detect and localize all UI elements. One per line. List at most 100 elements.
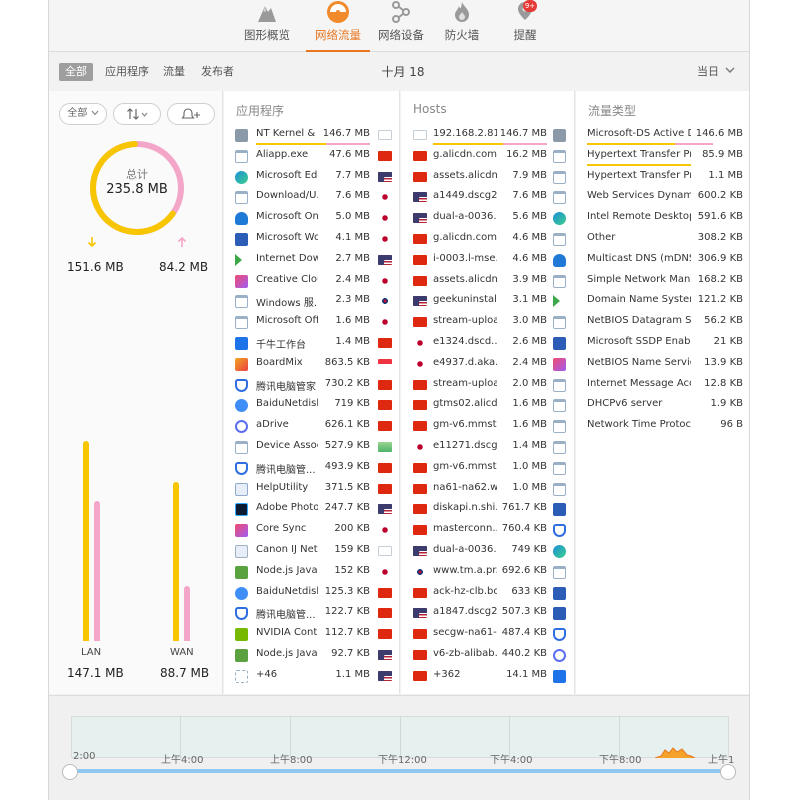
host-row[interactable]: gtms02.alicd... 1.6 MB xyxy=(401,395,574,416)
host-row[interactable]: gm-v6.mmst... 1.0 MB xyxy=(401,458,574,479)
window-app-icon xyxy=(553,482,566,496)
tab-overview[interactable]: 图形概览 xyxy=(235,0,299,52)
app-row[interactable]: Download/U... 7.6 MB xyxy=(224,187,399,208)
host-row[interactable]: a1847.dscg2... 507.3 KB xyxy=(401,603,574,624)
slider-end-handle[interactable] xyxy=(720,764,736,780)
tab-firewall[interactable]: 防火墙 xyxy=(430,0,494,52)
host-row[interactable]: i-0003.l-mse... 4.6 MB xyxy=(401,250,574,271)
country-flag-cn-icon xyxy=(378,421,392,432)
host-row[interactable]: masterconn.... 760.4 KB xyxy=(401,520,574,541)
host-row-name: dual-a-0036.... xyxy=(433,544,497,555)
app-row[interactable]: 腾讯电脑管家 730.2 KB xyxy=(224,375,399,396)
host-row[interactable]: stream-uploa... 2.0 MB xyxy=(401,375,574,396)
help-utility-icon xyxy=(235,482,248,496)
slider-start-handle[interactable] xyxy=(62,764,78,780)
chevron-down-icon[interactable] xyxy=(725,66,735,74)
traffic-type-row[interactable]: DHCPv6 server 1.9 KB xyxy=(576,395,749,416)
host-row[interactable]: diskapi.n.shi... 761.7 KB xyxy=(401,499,574,520)
tab-alerts[interactable]: 9+ 提醒 xyxy=(493,0,557,52)
traffic-type-row[interactable]: Microsoft SSDP Enabl... 21 KB xyxy=(576,333,749,354)
host-row[interactable]: +362 14.1 MB xyxy=(401,666,574,687)
host-row[interactable]: www.tm.a.pr... 692.6 KB xyxy=(401,562,574,583)
host-row-name: na61-na62.w... xyxy=(433,481,497,493)
host-row[interactable]: secgw-na61-... 487.4 KB xyxy=(401,624,574,645)
host-row[interactable]: e1324.dscd.... 2.6 MB xyxy=(401,333,574,354)
app-row[interactable]: Device Assoc... 527.9 KB xyxy=(224,437,399,458)
app-row[interactable]: aDrive 626.1 KB xyxy=(224,416,399,437)
traffic-type-row[interactable]: Other 308.2 KB xyxy=(576,229,749,250)
app-row[interactable]: NVIDIA Cont... 112.7 KB xyxy=(224,624,399,645)
traffic-type-row[interactable]: Intel Remote Desktop ... 591.6 KB xyxy=(576,208,749,229)
host-row[interactable]: assets.alicdn... 7.9 MB xyxy=(401,167,574,188)
add-alert-button[interactable] xyxy=(167,103,215,125)
traffic-type-row-name: Microsoft-DS Active Di... xyxy=(587,128,691,139)
app-row[interactable]: 千牛工作台 1.4 MB xyxy=(224,333,399,354)
filter-all[interactable]: 全部 xyxy=(59,63,93,81)
host-row[interactable]: assets.alicdn... 3.9 MB xyxy=(401,271,574,292)
traffic-type-row[interactable]: Hypertext Transfer Pro... 85.9 MB xyxy=(576,146,749,167)
host-row[interactable]: dual-a-0036.... 5.6 MB xyxy=(401,208,574,229)
app-row[interactable]: BoardMix 863.5 KB xyxy=(224,354,399,375)
host-row[interactable]: ack-hz-clb.bo... 633 KB xyxy=(401,583,574,604)
app-row[interactable]: BaiduNetdisk... 125.3 KB xyxy=(224,583,399,604)
host-row[interactable]: a1449.dscg2... 7.6 MB xyxy=(401,187,574,208)
host-row[interactable]: e4937.d.aka... 2.4 MB xyxy=(401,354,574,375)
traffic-type-row[interactable]: NetBIOS Name Service 13.9 KB xyxy=(576,354,749,375)
range-select[interactable]: 当日 xyxy=(697,63,719,81)
app-row[interactable]: 腾讯电脑管... 122.7 KB xyxy=(224,603,399,624)
traffic-type-row[interactable]: Domain Name System... 121.2 KB xyxy=(576,291,749,312)
filter-traffic[interactable]: 流量 xyxy=(163,63,185,81)
scope-select[interactable]: 全部 xyxy=(59,103,107,125)
traffic-type-row[interactable]: Multicast DNS (mDNS) 306.9 KB xyxy=(576,250,749,271)
app-row[interactable]: Canon IJ Net... 159 KB xyxy=(224,541,399,562)
app-row[interactable]: HelpUtility 371.5 KB xyxy=(224,479,399,500)
app-row[interactable]: Node.js Java... 152 KB xyxy=(224,562,399,583)
app-row[interactable]: Microsoft Off... 1.6 MB xyxy=(224,312,399,333)
host-row[interactable]: g.alicdn.com... 4.6 MB xyxy=(401,229,574,250)
app-row[interactable]: Adobe Photo... 247.7 KB xyxy=(224,499,399,520)
app-row-name: Microsoft Off... xyxy=(256,315,318,327)
app-row[interactable]: Aliapp.exe 47.6 MB xyxy=(224,146,399,167)
traffic-type-row[interactable]: Hypertext Transfer Pro... 1.1 MB xyxy=(576,167,749,188)
app-row[interactable]: Microsoft On... 5.0 MB xyxy=(224,208,399,229)
host-row[interactable]: geekuninstall... 3.1 MB xyxy=(401,291,574,312)
time-range-slider[interactable] xyxy=(71,769,729,773)
filter-apps[interactable]: 应用程序 xyxy=(105,63,149,81)
host-row-name: v6-zb-alibab... xyxy=(433,648,497,659)
download-total: 151.6 MB xyxy=(67,260,124,274)
traffic-type-row[interactable]: Internet Message Acce... 12.8 KB xyxy=(576,375,749,396)
app-row[interactable]: Core Sync 200 KB xyxy=(224,520,399,541)
app-row[interactable]: Node.js Java... 92.7 KB xyxy=(224,645,399,666)
app-row-name: HelpUtility xyxy=(256,481,309,493)
timeline-tick: 上午8:00 xyxy=(270,755,313,766)
tab-devices[interactable]: 网络设备 xyxy=(369,0,433,52)
app-row[interactable]: Windows 服... 2.3 MB xyxy=(224,291,399,312)
host-row[interactable]: g.alicdn.com... 16.2 MB xyxy=(401,146,574,167)
tab-traffic[interactable]: 网络流量 xyxy=(306,0,370,52)
host-row[interactable]: 192.168.2.81 146.7 MB xyxy=(401,125,574,146)
edge-icon xyxy=(553,545,566,558)
sort-button[interactable] xyxy=(113,103,161,125)
app-row[interactable]: BaiduNetdisk 719 KB xyxy=(224,395,399,416)
host-row[interactable]: stream-uploa... 3.0 MB xyxy=(401,312,574,333)
host-row[interactable]: e11271.dscg... 1.4 MB xyxy=(401,437,574,458)
traffic-type-row-size: 85.9 MB xyxy=(702,148,743,160)
app-row[interactable]: +46 1.1 MB xyxy=(224,666,399,687)
traffic-type-row[interactable]: Web Services Dynamic... 600.2 KB xyxy=(576,187,749,208)
country-flag-jp-icon xyxy=(413,338,427,348)
app-row[interactable]: 腾讯电脑管... 493.9 KB xyxy=(224,458,399,479)
app-row[interactable]: Internet Dow... 2.7 MB xyxy=(224,250,399,271)
host-row[interactable]: gm-v6.mmst... 1.6 MB xyxy=(401,416,574,437)
app-row[interactable]: Microsoft Edge 7.7 MB xyxy=(224,167,399,188)
host-row[interactable]: dual-a-0036.... 749 KB xyxy=(401,541,574,562)
traffic-type-row[interactable]: Simple Network Mana... 168.2 KB xyxy=(576,271,749,292)
app-row[interactable]: NT Kernel & ... 146.7 MB xyxy=(224,125,399,146)
traffic-type-row[interactable]: Microsoft-DS Active Di... 146.6 MB xyxy=(576,125,749,146)
traffic-type-row[interactable]: Network Time Protocol... 96 B xyxy=(576,416,749,437)
host-row[interactable]: v6-zb-alibab... 440.2 KB xyxy=(401,645,574,666)
host-row[interactable]: na61-na62.w... 1.0 MB xyxy=(401,479,574,500)
filter-publisher[interactable]: 发布者 xyxy=(201,63,234,81)
traffic-type-row[interactable]: NetBIOS Datagram Ser... 56.2 KB xyxy=(576,312,749,333)
app-row[interactable]: Microsoft Wo... 4.1 MB xyxy=(224,229,399,250)
app-row[interactable]: Creative Cloud 2.4 MB xyxy=(224,271,399,292)
